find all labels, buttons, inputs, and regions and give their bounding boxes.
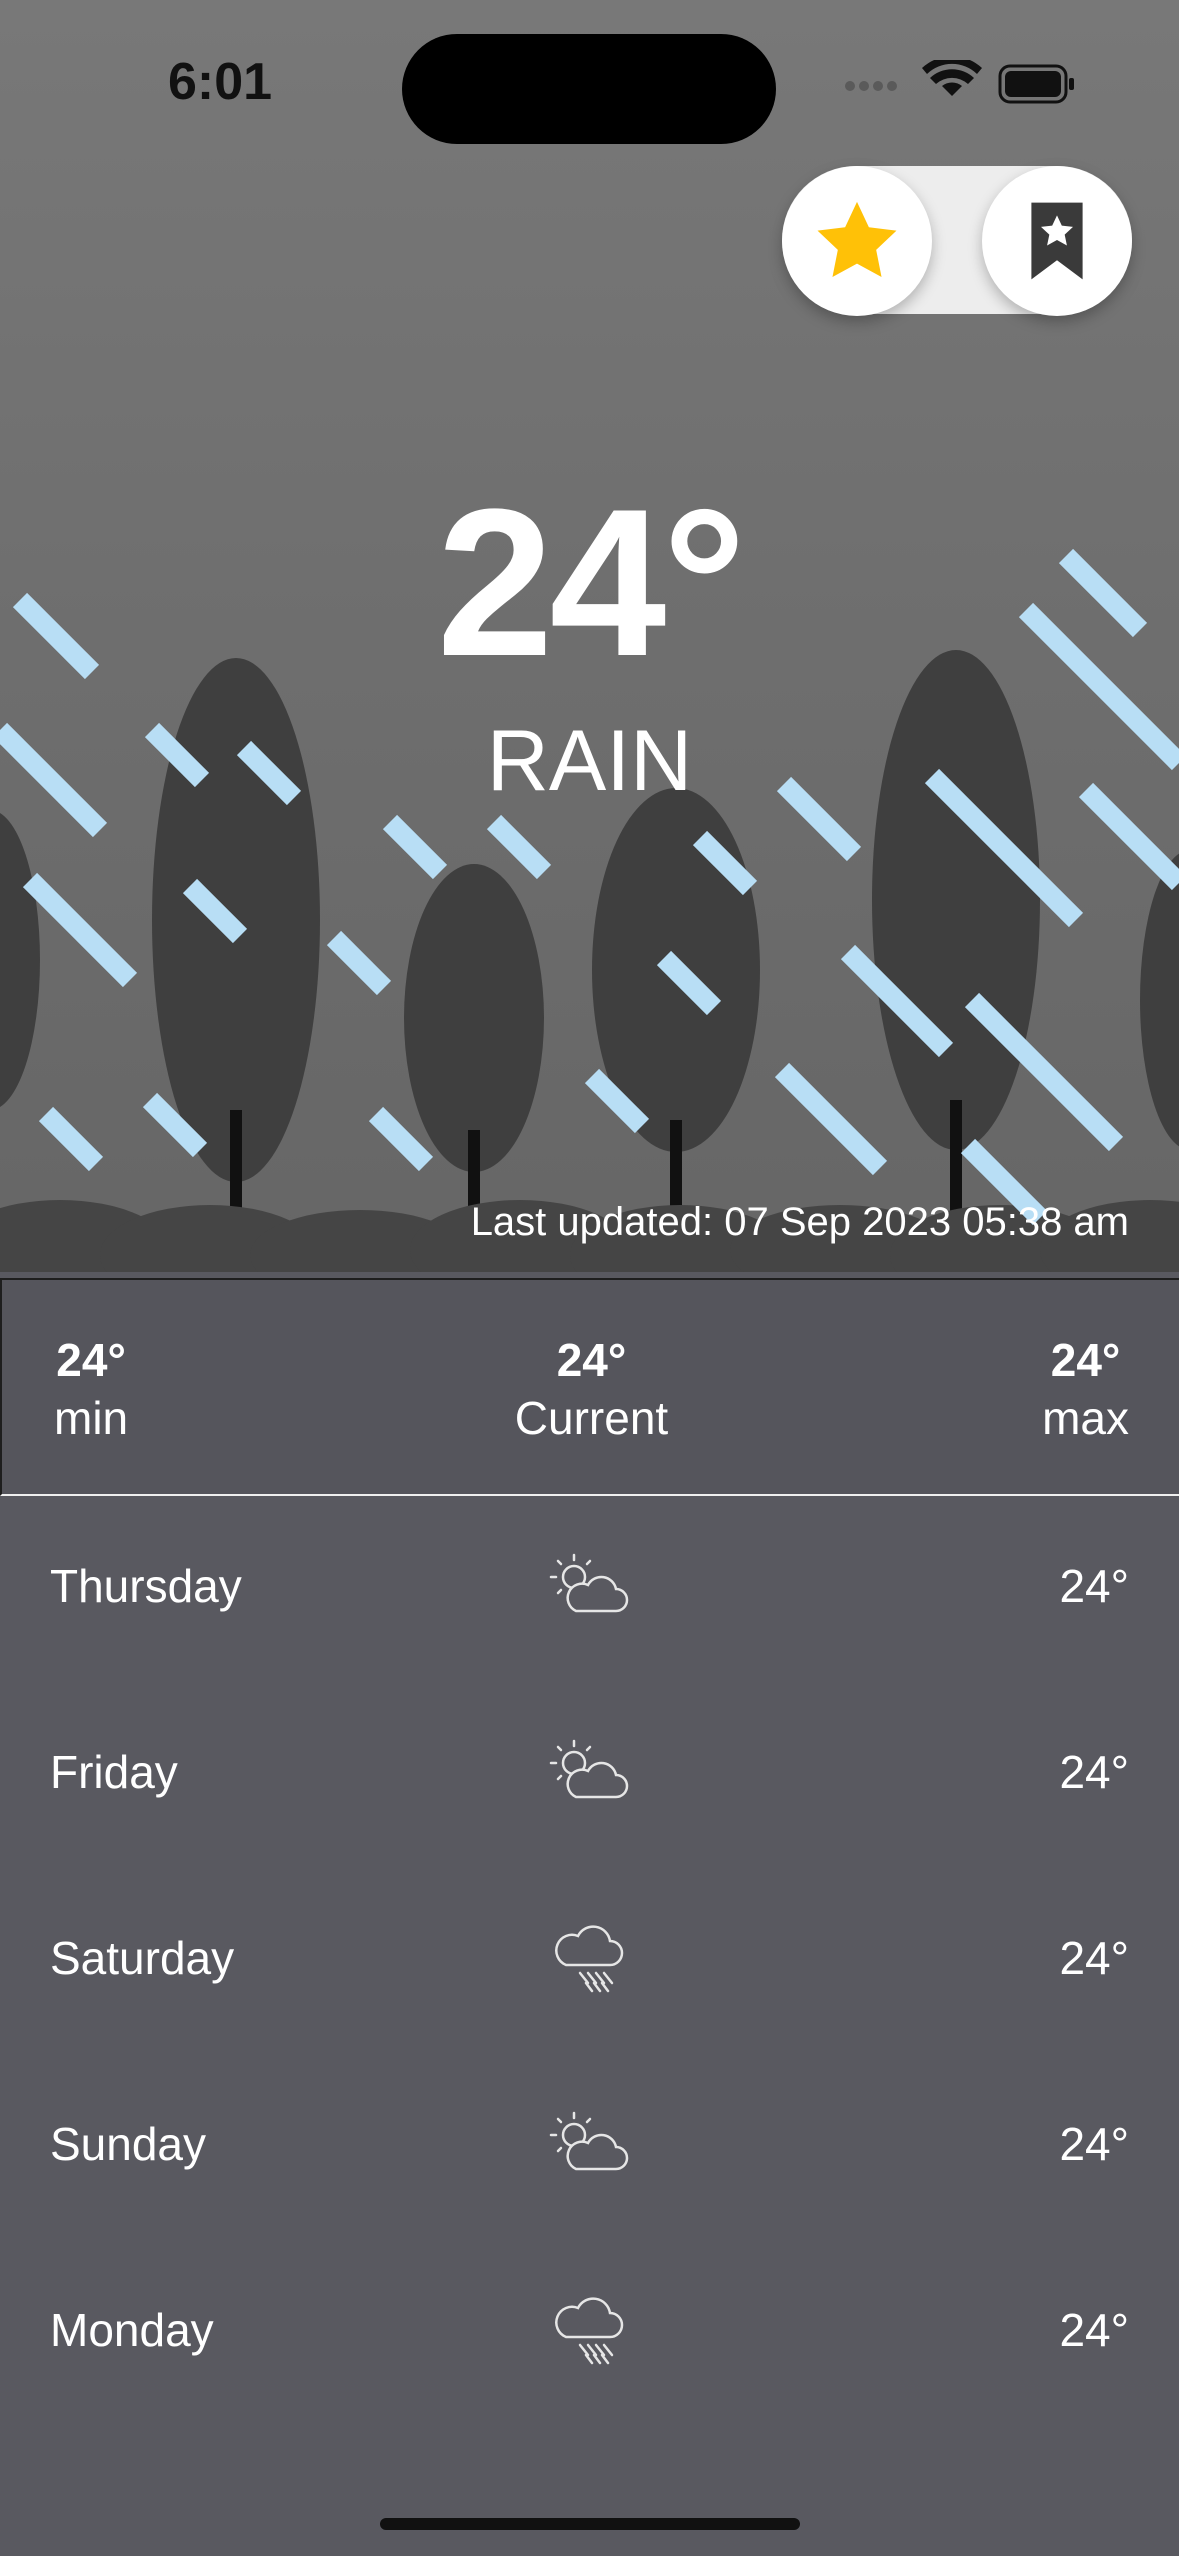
summary-current: 24° Current bbox=[2, 1332, 1179, 1447]
signal-icon bbox=[845, 81, 897, 91]
forecast-row: Sunday 24° bbox=[0, 2053, 1179, 2239]
dynamic-island bbox=[402, 34, 776, 144]
home-indicator[interactable] bbox=[380, 2518, 800, 2530]
summary-max-label: max bbox=[1042, 1391, 1129, 1444]
wifi-icon bbox=[922, 60, 982, 96]
summary-max-value: 24° bbox=[1050, 1334, 1121, 1386]
forecast-day: Saturday bbox=[50, 1932, 235, 1984]
partly-cloudy-icon bbox=[549, 1739, 629, 1799]
view-toggle bbox=[782, 166, 1132, 316]
partly-cloudy-icon bbox=[549, 1553, 629, 1613]
forecast-day: Thursday bbox=[50, 1560, 242, 1612]
forecast-temp: 24° bbox=[1059, 2304, 1129, 2356]
partly-cloudy-icon bbox=[549, 2111, 629, 2171]
weather-condition: RAIN bbox=[486, 713, 693, 809]
temperature-summary: 24° min 24° Current 24° max bbox=[0, 1278, 1179, 1496]
current-temperature: 24° bbox=[436, 465, 747, 700]
weather-hero: 6:01 24° RAIN Last updated: 07 Sep 2023 … bbox=[0, 0, 1179, 1272]
forecast-row: Thursday 24° bbox=[0, 1495, 1179, 1681]
forecast-row: Saturday 24° bbox=[0, 1867, 1179, 2053]
summary-max: 24° max bbox=[1042, 1332, 1129, 1447]
forecast-day: Sunday bbox=[50, 2118, 207, 2170]
battery-icon bbox=[998, 64, 1074, 104]
forecast-temp: 24° bbox=[1059, 1746, 1129, 1798]
forecast-row: Friday 24° bbox=[0, 1681, 1179, 1867]
status-time: 6:01 bbox=[167, 53, 273, 111]
star-icon bbox=[817, 201, 897, 278]
status-bar: 6:01 bbox=[0, 0, 1179, 170]
saved-locations-button[interactable] bbox=[982, 166, 1132, 316]
summary-current-label: Current bbox=[514, 1391, 669, 1444]
forecast-day: Monday bbox=[50, 2304, 214, 2356]
rain-cloud-icon bbox=[555, 2297, 624, 2365]
forecast-temp: 24° bbox=[1059, 1560, 1129, 1612]
summary-current-value: 24° bbox=[556, 1334, 627, 1386]
rain-cloud-icon bbox=[555, 1925, 624, 1993]
forecast-day: Friday bbox=[50, 1746, 178, 1798]
last-updated: Last updated: 07 Sep 2023 05:38 am bbox=[470, 1200, 1129, 1244]
favorite-button[interactable] bbox=[782, 166, 932, 316]
forecast-row: Monday 24° bbox=[0, 2239, 1179, 2425]
forecast-temp: 24° bbox=[1059, 1932, 1129, 1984]
bookmark-star-icon bbox=[1031, 202, 1083, 280]
forecast-temp: 24° bbox=[1059, 2118, 1129, 2170]
status-icons bbox=[845, 60, 1074, 104]
